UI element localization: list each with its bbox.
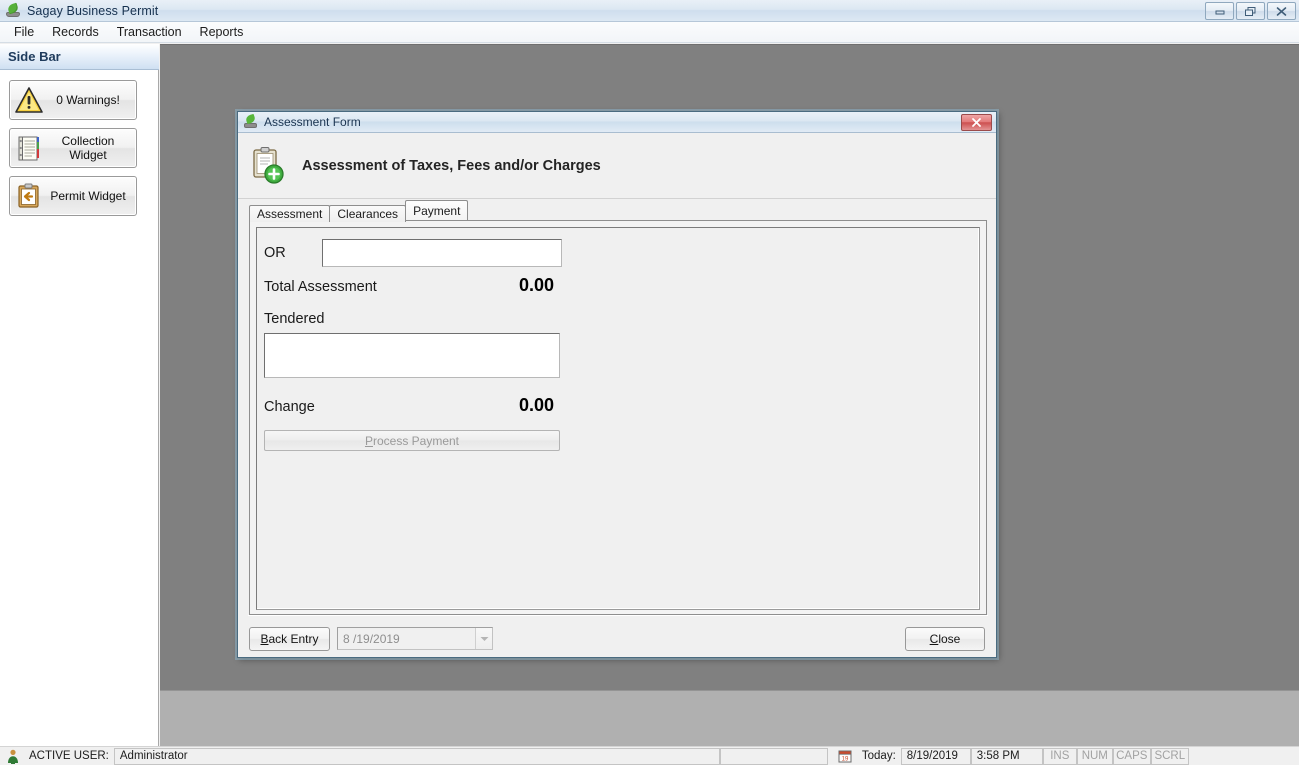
tab-control: Assessment Clearances Payment OR Total A… (249, 201, 987, 615)
sidebar: Side Bar 0 Warnings! (0, 44, 159, 746)
menu-item-file[interactable]: File (5, 23, 43, 42)
menu-item-transaction[interactable]: Transaction (108, 23, 191, 42)
mdi-lower-band (160, 690, 1299, 746)
tendered-label: Tendered (264, 311, 324, 327)
process-payment-button[interactable]: Process Payment (264, 430, 560, 451)
change-label: Change (264, 399, 315, 415)
or-label: OR (264, 245, 322, 261)
menu-item-reports[interactable]: Reports (191, 23, 253, 42)
close-accelerator: C (930, 632, 939, 646)
dialog-title: Assessment Form (264, 115, 361, 129)
total-assessment-value: 0.00 (487, 275, 554, 296)
notebook-icon (14, 133, 44, 163)
time-value: 3:58 PM (971, 748, 1043, 765)
statusbar: ACTIVE USER: Administrator 19 Today: 8/1… (0, 746, 1299, 765)
assessment-form-dialog: Assessment Form (237, 111, 997, 658)
or-input[interactable] (322, 239, 562, 267)
sidebar-item-collection-widget-label: Collection Widget (44, 134, 136, 162)
entry-date-picker[interactable]: 8 /19/2019 (337, 627, 493, 650)
dialog-leaf-stamp-icon (244, 115, 258, 129)
sidebar-item-permit-widget-label: Permit Widget (44, 189, 136, 203)
window-controls (1205, 2, 1296, 20)
sidebar-item-collection-widget[interactable]: Collection Widget (9, 128, 137, 168)
clipboard-back-icon (14, 181, 44, 211)
active-user-label: ACTIVE USER: (24, 748, 114, 765)
menu-item-records[interactable]: Records (43, 23, 108, 42)
dialog-header: Assessment of Taxes, Fees and/or Charges (238, 133, 996, 199)
restore-button[interactable] (1236, 2, 1265, 20)
today-label: Today: (857, 748, 901, 765)
menubar: File Records Transaction Reports (0, 22, 1299, 43)
application-window: Sagay Business Permit File Records Trans… (0, 0, 1299, 765)
back-entry-label-rest: ack Entry (269, 632, 319, 646)
dialog-close-icon[interactable] (961, 114, 992, 131)
statusbar-blank-cell (720, 748, 828, 765)
back-entry-button[interactable]: Back Entry (249, 627, 330, 651)
tab-assessment[interactable]: Assessment (249, 205, 330, 222)
sidebar-item-warnings[interactable]: 0 Warnings! (9, 80, 137, 120)
indicator-num: NUM (1077, 748, 1113, 765)
window-titlebar: Sagay Business Permit (0, 0, 1299, 22)
minimize-button[interactable] (1205, 2, 1234, 20)
change-value: 0.00 (487, 395, 554, 416)
sidebar-item-permit-widget[interactable]: Permit Widget (9, 176, 137, 216)
indicator-ins: INS (1043, 748, 1077, 765)
warning-triangle-icon (14, 85, 44, 115)
tab-payment[interactable]: Payment (405, 200, 468, 220)
user-icon (6, 749, 20, 764)
tendered-input[interactable] (264, 333, 560, 378)
dialog-titlebar: Assessment Form (238, 112, 996, 133)
indicator-scrl: SCRL (1151, 748, 1189, 765)
entry-date-value: 8 /19/2019 (338, 632, 475, 646)
or-row: OR (264, 237, 564, 269)
back-entry-accelerator: B (260, 632, 268, 646)
active-user-value: Administrator (114, 748, 720, 765)
process-payment-label-rest: rocess Payment (373, 434, 459, 448)
today-value: 8/19/2019 (901, 748, 971, 765)
tab-page-payment: OR Total Assessment 0.00 Tendered Change… (249, 220, 987, 615)
app-leaf-stamp-icon (5, 3, 21, 19)
calendar-icon: 19 (838, 749, 852, 763)
window-title: Sagay Business Permit (27, 4, 158, 18)
sidebar-body: 0 Warnings! (0, 70, 158, 216)
clipboard-add-icon (250, 146, 288, 186)
close-label-rest: lose (938, 632, 960, 646)
payment-panel: OR Total Assessment 0.00 Tendered Change… (256, 227, 980, 610)
footer-divider (248, 615, 988, 616)
dialog-close-button[interactable]: Close (905, 627, 985, 651)
sidebar-item-warnings-label: 0 Warnings! (44, 93, 136, 107)
chevron-down-icon[interactable] (475, 628, 492, 649)
tab-clearances[interactable]: Clearances (329, 205, 406, 222)
tabstrip: Assessment Clearances Payment (249, 201, 987, 220)
svg-text:19: 19 (842, 757, 849, 763)
total-assessment-label: Total Assessment (264, 279, 377, 295)
sidebar-header: Side Bar (0, 44, 159, 70)
close-button[interactable] (1267, 2, 1296, 20)
process-payment-accelerator: P (365, 434, 373, 448)
dialog-header-title: Assessment of Taxes, Fees and/or Charges (302, 158, 601, 174)
mdi-divider (160, 690, 1299, 691)
indicator-caps: CAPS (1113, 748, 1151, 765)
dialog-footer: Back Entry 8 /19/2019 Close (238, 615, 996, 657)
